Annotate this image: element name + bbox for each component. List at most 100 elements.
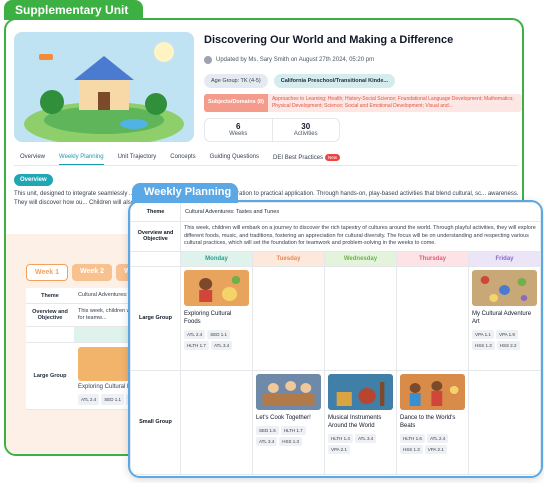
tab-divider xyxy=(14,165,518,166)
updated-text: Updated by Ms. Sary Smith on August 27th… xyxy=(216,57,375,63)
overview-value: This week, children will embark on a jou… xyxy=(180,221,541,252)
activity-image xyxy=(184,269,249,306)
theme-label: Theme xyxy=(41,292,59,299)
day-header-wednesday: Wednesday xyxy=(324,250,397,267)
tag: ATL 3.4 xyxy=(210,340,233,350)
table-row: Theme Cultural Adventures: Tastes and Tu… xyxy=(130,202,541,222)
tag-list: HLTH 1.4 ATL 3.4 VPA 2.1 xyxy=(328,433,393,454)
weeks-label: Weeks xyxy=(229,131,248,137)
weekly-planning-table: Theme Cultural Adventures: Tastes and Tu… xyxy=(130,202,541,475)
updated-by: Updated by Ms. Sary Smith on August 27th… xyxy=(204,56,374,64)
unit-stats: 6 Weeks 30 Activities xyxy=(204,118,340,142)
week-2-button[interactable]: Week 2 xyxy=(72,264,112,281)
table-row: Large Group Exploring Cultural Foods ATL… xyxy=(130,265,541,371)
tag: VPA 2.1 xyxy=(328,444,350,454)
tag: HLTH 1.7 xyxy=(280,425,306,435)
unit-hero-image xyxy=(14,32,194,142)
tag: ATL 2.4 xyxy=(78,394,100,405)
activity-card[interactable]: Let's Cook Together! SED 1.5 HLTH 1.7 AT… xyxy=(252,369,325,475)
tag-list: VPA 1.1 VPA 1.9 HSS 1.3 HSS 2.2 xyxy=(472,329,537,350)
tag: HSS 1.3 xyxy=(279,436,303,446)
activity-image xyxy=(328,373,393,410)
theme-value: Cultural Adventures: Tastes and Tunes xyxy=(180,202,541,222)
framework-pill[interactable]: California Preschool/Transitional Kinde.… xyxy=(273,74,396,88)
large-group-label: Large Group xyxy=(130,265,181,371)
tag: HLTH 1.7 xyxy=(184,340,209,350)
empty-cell xyxy=(468,369,541,475)
weeks-stat: 6 Weeks xyxy=(205,119,272,141)
day-header-tuesday: Tuesday xyxy=(252,250,325,267)
week-1-button[interactable]: Week 1 xyxy=(26,264,68,281)
tab-dei-best-practices[interactable]: DEI Best Practices New xyxy=(273,154,341,165)
weekly-planning-tab: Weekly Planning xyxy=(132,183,238,203)
theme-label: Theme xyxy=(130,202,181,222)
tag-list: SED 1.5 HLTH 1.7 ATL 3.4 HSS 1.3 xyxy=(256,425,321,446)
tab-guiding-questions[interactable]: Guiding Questions xyxy=(210,154,259,165)
tag: HLTH 1.4 xyxy=(328,433,353,443)
unit-tabs: Overview Weekly Planning Unit Trajectory… xyxy=(20,154,341,165)
weeks-value: 6 xyxy=(236,122,241,131)
tag: VPA 1.1 xyxy=(472,329,494,339)
overview-badge[interactable]: Overview xyxy=(14,174,53,186)
age-group-pill: Age Group: TK (4-5) xyxy=(204,74,268,88)
subjects-label: Subjects/Domains (8) xyxy=(204,94,268,112)
tag-list: ATL 2.4 SED 1.1 HLTH 1.7 ATL 3.4 xyxy=(184,329,249,350)
activities-label: Activities xyxy=(293,131,318,137)
tab-unit-trajectory[interactable]: Unit Trajectory xyxy=(118,154,157,165)
small-group-label: Small Group xyxy=(130,369,181,475)
tag: HSS 1.3 xyxy=(472,340,495,350)
activity-card[interactable]: Exploring Cultural Foods ATL 2.4 SED 1.1… xyxy=(180,265,253,371)
tag: HLTH 1.6 xyxy=(400,433,425,443)
tag: HSS 1.3 xyxy=(400,444,423,454)
empty-cell xyxy=(130,250,181,267)
supplementary-unit-tab: Supplementary Unit xyxy=(4,0,143,20)
subjects-text: Approaches to Learning; Health; History-… xyxy=(271,96,514,109)
tag: SED 1.1 xyxy=(101,394,125,405)
tab-dei-label: DEI Best Practices xyxy=(273,155,324,161)
tag: VPA 2.1 xyxy=(424,444,447,454)
empty-cell xyxy=(26,327,74,342)
tab-concepts[interactable]: Concepts xyxy=(170,154,195,165)
activity-card[interactable]: Dance to the World's Beats HLTH 1.6 ATL … xyxy=(396,369,469,475)
empty-cell xyxy=(396,265,469,371)
overview-label: Overview and Objective xyxy=(32,309,68,321)
tag: ATL 2.4 xyxy=(184,329,206,339)
overview-label: Overview and Objective xyxy=(130,221,181,252)
activity-image xyxy=(256,373,321,410)
tag: HSS 2.2 xyxy=(496,340,520,350)
tag: SED 1.1 xyxy=(207,329,231,339)
large-group-label: Large Group xyxy=(33,373,67,379)
day-header-friday: Friday xyxy=(468,250,541,267)
activities-stat: 30 Activities xyxy=(271,119,340,141)
empty-cell xyxy=(252,265,325,371)
tag: SED 1.5 xyxy=(256,425,279,435)
tag: ATL 2.4 xyxy=(426,433,449,443)
activity-image xyxy=(400,373,465,410)
day-header-thursday: Thursday xyxy=(396,250,469,267)
weekly-planning-card: Theme Cultural Adventures: Tastes and Tu… xyxy=(128,200,543,478)
new-badge: New xyxy=(325,154,341,161)
activity-image xyxy=(472,269,537,306)
table-row: Overview and Objective This week, childr… xyxy=(130,221,541,252)
activity-title: Musical Instruments Around the World xyxy=(328,414,382,429)
activity-title: Exploring Cultural Foods xyxy=(184,310,232,325)
tab-weekly-planning[interactable]: Weekly Planning xyxy=(59,154,104,165)
day-header-monday: Monday xyxy=(180,250,253,267)
activity-title: Dance to the World's Beats xyxy=(400,414,456,429)
tag-list: HLTH 1.6 ATL 2.4 HSS 1.3 VPA 2.1 xyxy=(400,433,465,454)
table-row: Monday Tuesday Wednesday Thursday Friday xyxy=(130,250,541,267)
subjects-row: Subjects/Domains (8) Approaches to Learn… xyxy=(204,94,522,112)
avatar xyxy=(204,56,212,64)
activity-card[interactable]: My Cultural Adventure Art VPA 1.1 VPA 1.… xyxy=(468,265,541,371)
empty-cell xyxy=(324,265,397,371)
activity-title: Let's Cook Together! xyxy=(256,414,311,421)
tab-overview[interactable]: Overview xyxy=(20,154,45,165)
unit-title: Discovering Our World and Making a Diffe… xyxy=(204,34,454,46)
age-group-row: Age Group: TK (4-5) California Preschool… xyxy=(204,74,396,88)
tag: ATL 3.4 xyxy=(256,436,278,446)
table-row: Small Group Let's Cook Together! SED 1.5… xyxy=(130,369,541,475)
tag: ATL 3.4 xyxy=(354,433,377,443)
activity-title: My Cultural Adventure Art xyxy=(472,310,532,325)
empty-cell xyxy=(180,369,253,475)
activity-card[interactable]: Musical Instruments Around the World HLT… xyxy=(324,369,397,475)
